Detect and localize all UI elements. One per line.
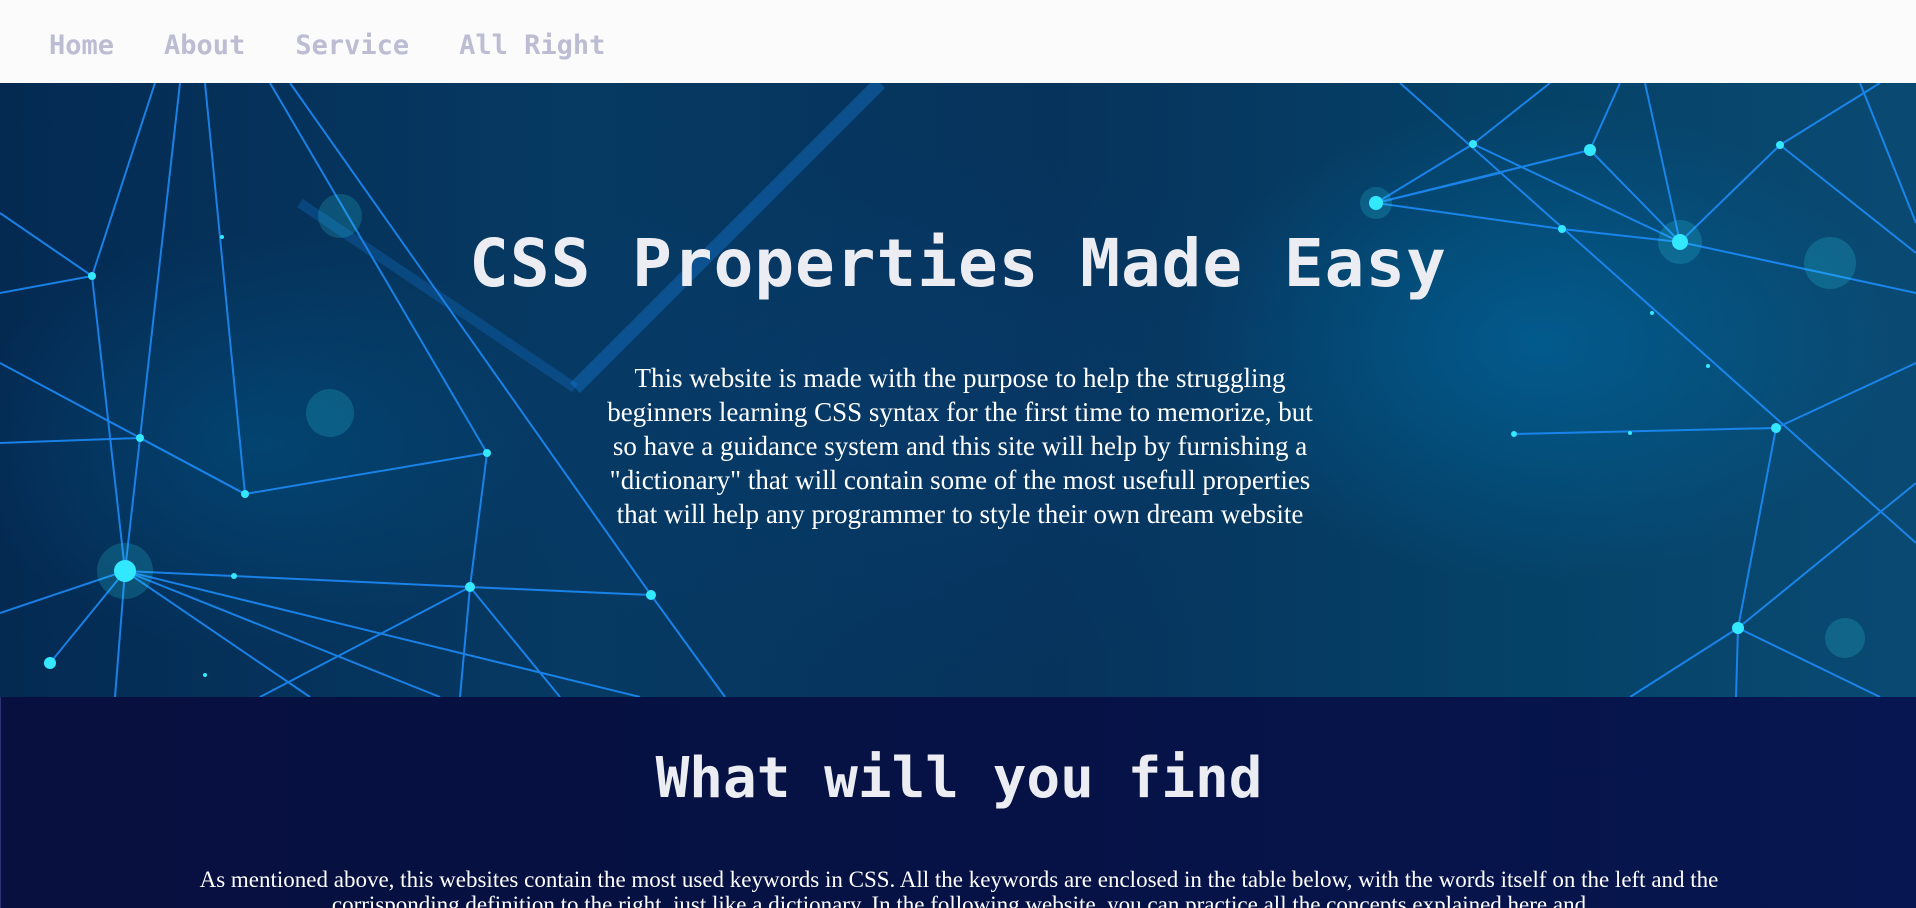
nav-link-about[interactable]: About (164, 32, 245, 59)
top-navbar: Home About Service All Right (0, 0, 1916, 83)
hero-description: This website is made with the purpose to… (607, 363, 1313, 529)
nav-link-all-right[interactable]: All Right (459, 32, 605, 59)
nav-link-home[interactable]: Home (49, 32, 114, 59)
nav-link-service[interactable]: Service (295, 32, 409, 59)
what-will-you-find-section: What will you find As mentioned above, t… (0, 697, 1916, 908)
section-title: What will you find (655, 746, 1263, 811)
hero-title: CSS Properties Made Easy (469, 225, 1447, 302)
section-description: As mentioned above, this websites contai… (199, 867, 1719, 908)
hero-section: CSS Properties Made Easy This website is… (0, 83, 1916, 697)
